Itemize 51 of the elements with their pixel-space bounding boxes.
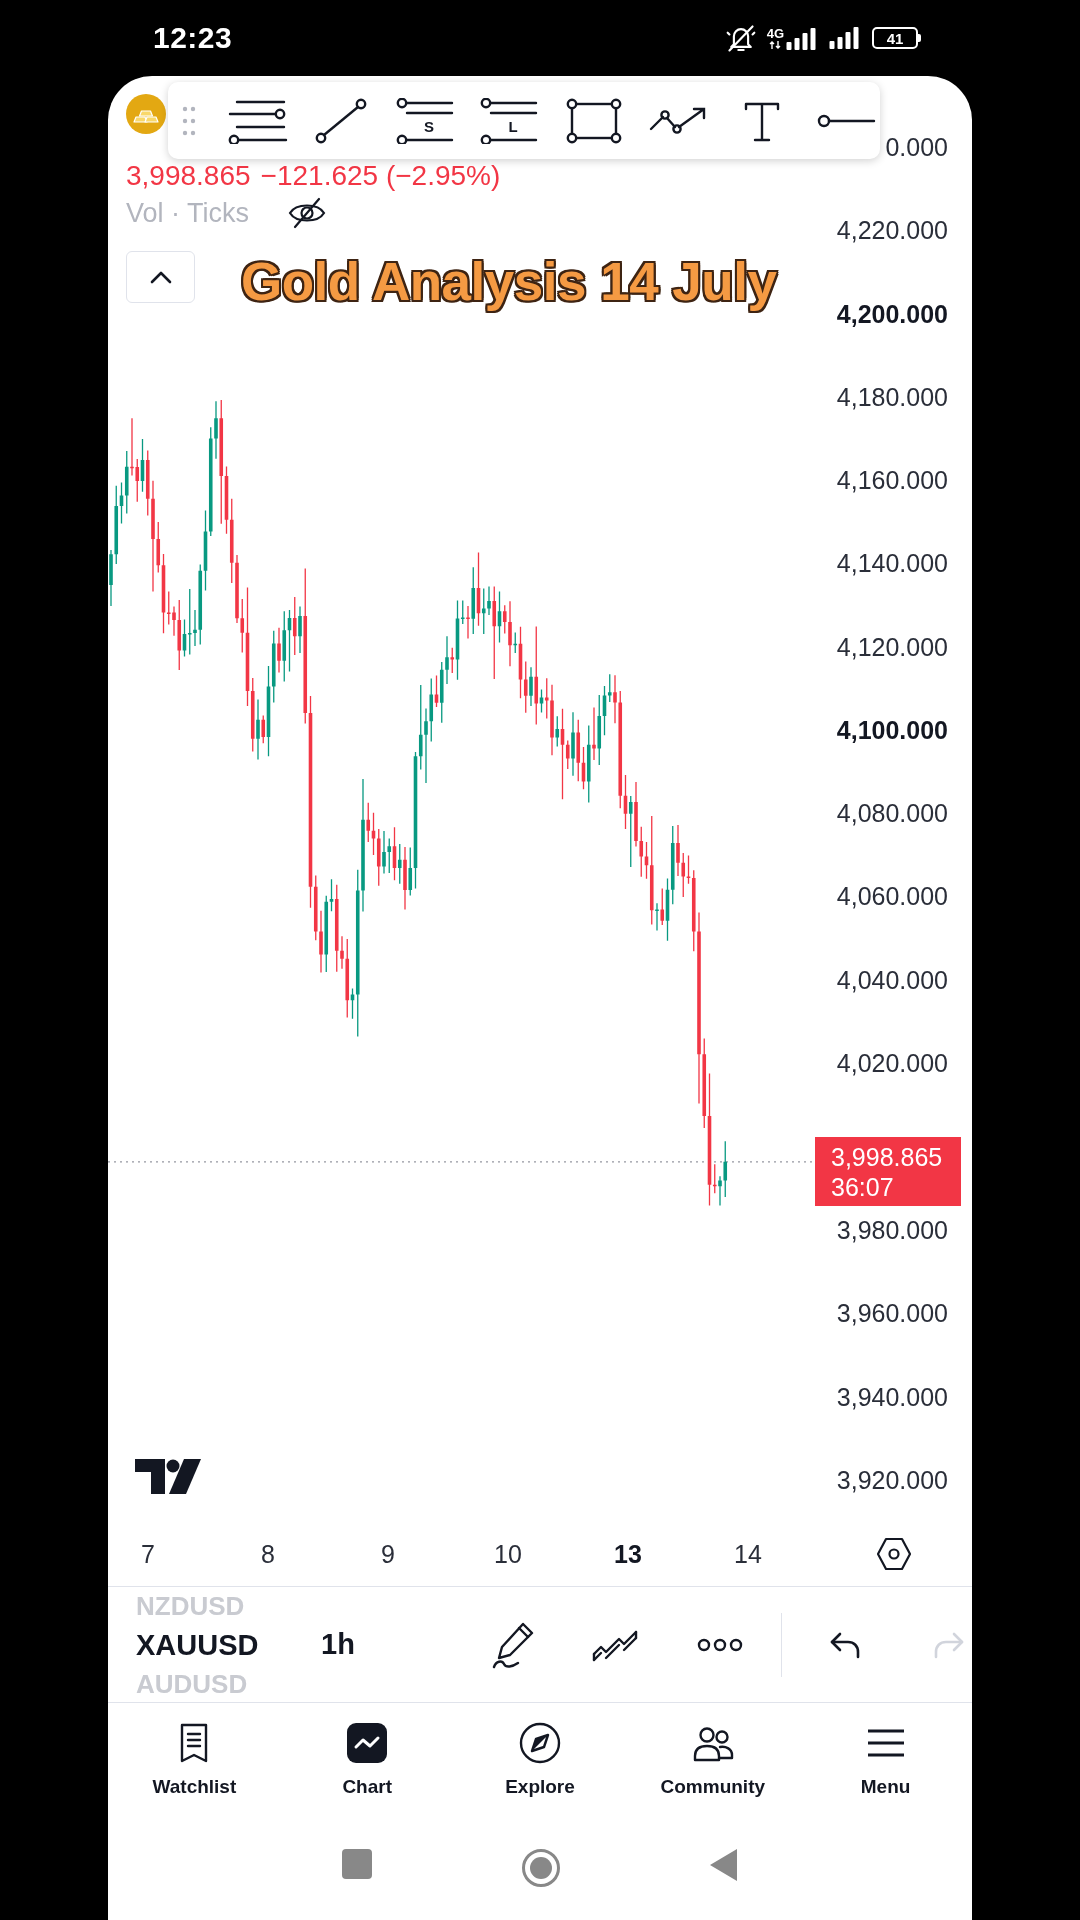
price-axis-label: 4,220.000 [836, 215, 948, 247]
price-change: −121.625 (−2.95%) [260, 160, 501, 192]
rectangle-icon[interactable] [564, 97, 624, 144]
undo-icon[interactable] [828, 1630, 862, 1659]
price-axis-label: 4,180.000 [836, 381, 948, 413]
price-axis-label: 4,060.000 [836, 881, 948, 913]
price-axis-label: 3,940.000 [836, 1381, 948, 1413]
price-axis-label: 4,140.000 [836, 548, 948, 580]
price-axis-label: 4,040.000 [836, 964, 948, 996]
price-axis-label: 4,100.000 [836, 714, 948, 746]
date-axis-label: 7 [140, 1539, 156, 1569]
bar-countdown: 36:07 [831, 1171, 895, 1202]
caption-title: Gold Analysis 14 July [241, 251, 777, 313]
home-circle-icon[interactable] [521, 1848, 561, 1888]
price-axis-label: 4,120.000 [836, 631, 948, 663]
data-arrows-icon [769, 39, 782, 50]
muted-bell-icon [724, 22, 757, 54]
nav-tab[interactable]: Menu [799, 1721, 972, 1822]
more-icon[interactable] [696, 1636, 744, 1653]
price-axis-label: 3,920.000 [836, 1464, 948, 1496]
price-axis-label: 0.000 [885, 132, 948, 164]
price-axis-label: 3,980.000 [836, 1215, 948, 1247]
signal-icon [786, 27, 816, 50]
back-triangle-icon[interactable] [709, 1848, 739, 1882]
date-axis-label: 8 [260, 1539, 276, 1569]
settings-icon[interactable] [875, 1537, 912, 1571]
price-axis-label: 4,200.000 [836, 298, 948, 330]
date-axis-label: 9 [380, 1539, 396, 1569]
drag-handle-icon[interactable] [182, 105, 196, 136]
nav-tab[interactable]: Watchlist [108, 1721, 281, 1822]
date-axis-label: 13 [613, 1539, 643, 1569]
current-price-value: 3,998.865 [831, 1141, 944, 1172]
recents-square-icon[interactable] [341, 1848, 373, 1880]
eye-slash-icon[interactable] [287, 195, 328, 231]
price-axis-label: 3,960.000 [836, 1298, 948, 1330]
date-axis-label: 10 [493, 1539, 523, 1569]
nav-tab[interactable]: Chart [280, 1721, 454, 1822]
last-price: 3,998.865 [126, 160, 251, 192]
symbol-option[interactable]: XAUUSD [136, 1624, 306, 1665]
network-type-label: 4G [766, 26, 784, 40]
battery-indicator: 41 [872, 27, 921, 49]
chevron-up-icon [148, 270, 173, 284]
nav-tab[interactable]: Explore [453, 1721, 627, 1822]
timeframe-button[interactable]: 1h [306, 1628, 370, 1661]
logo-icon [135, 1459, 201, 1494]
clock-time: 12:23 [153, 21, 233, 55]
price-axis-label: 4,160.000 [836, 465, 948, 497]
date-axis-label: 14 [733, 1539, 763, 1569]
price-axis-label: 4,080.000 [836, 798, 948, 830]
nav-tab[interactable]: Community [626, 1721, 800, 1822]
price-axis-label: 4,020.000 [836, 1047, 948, 1079]
